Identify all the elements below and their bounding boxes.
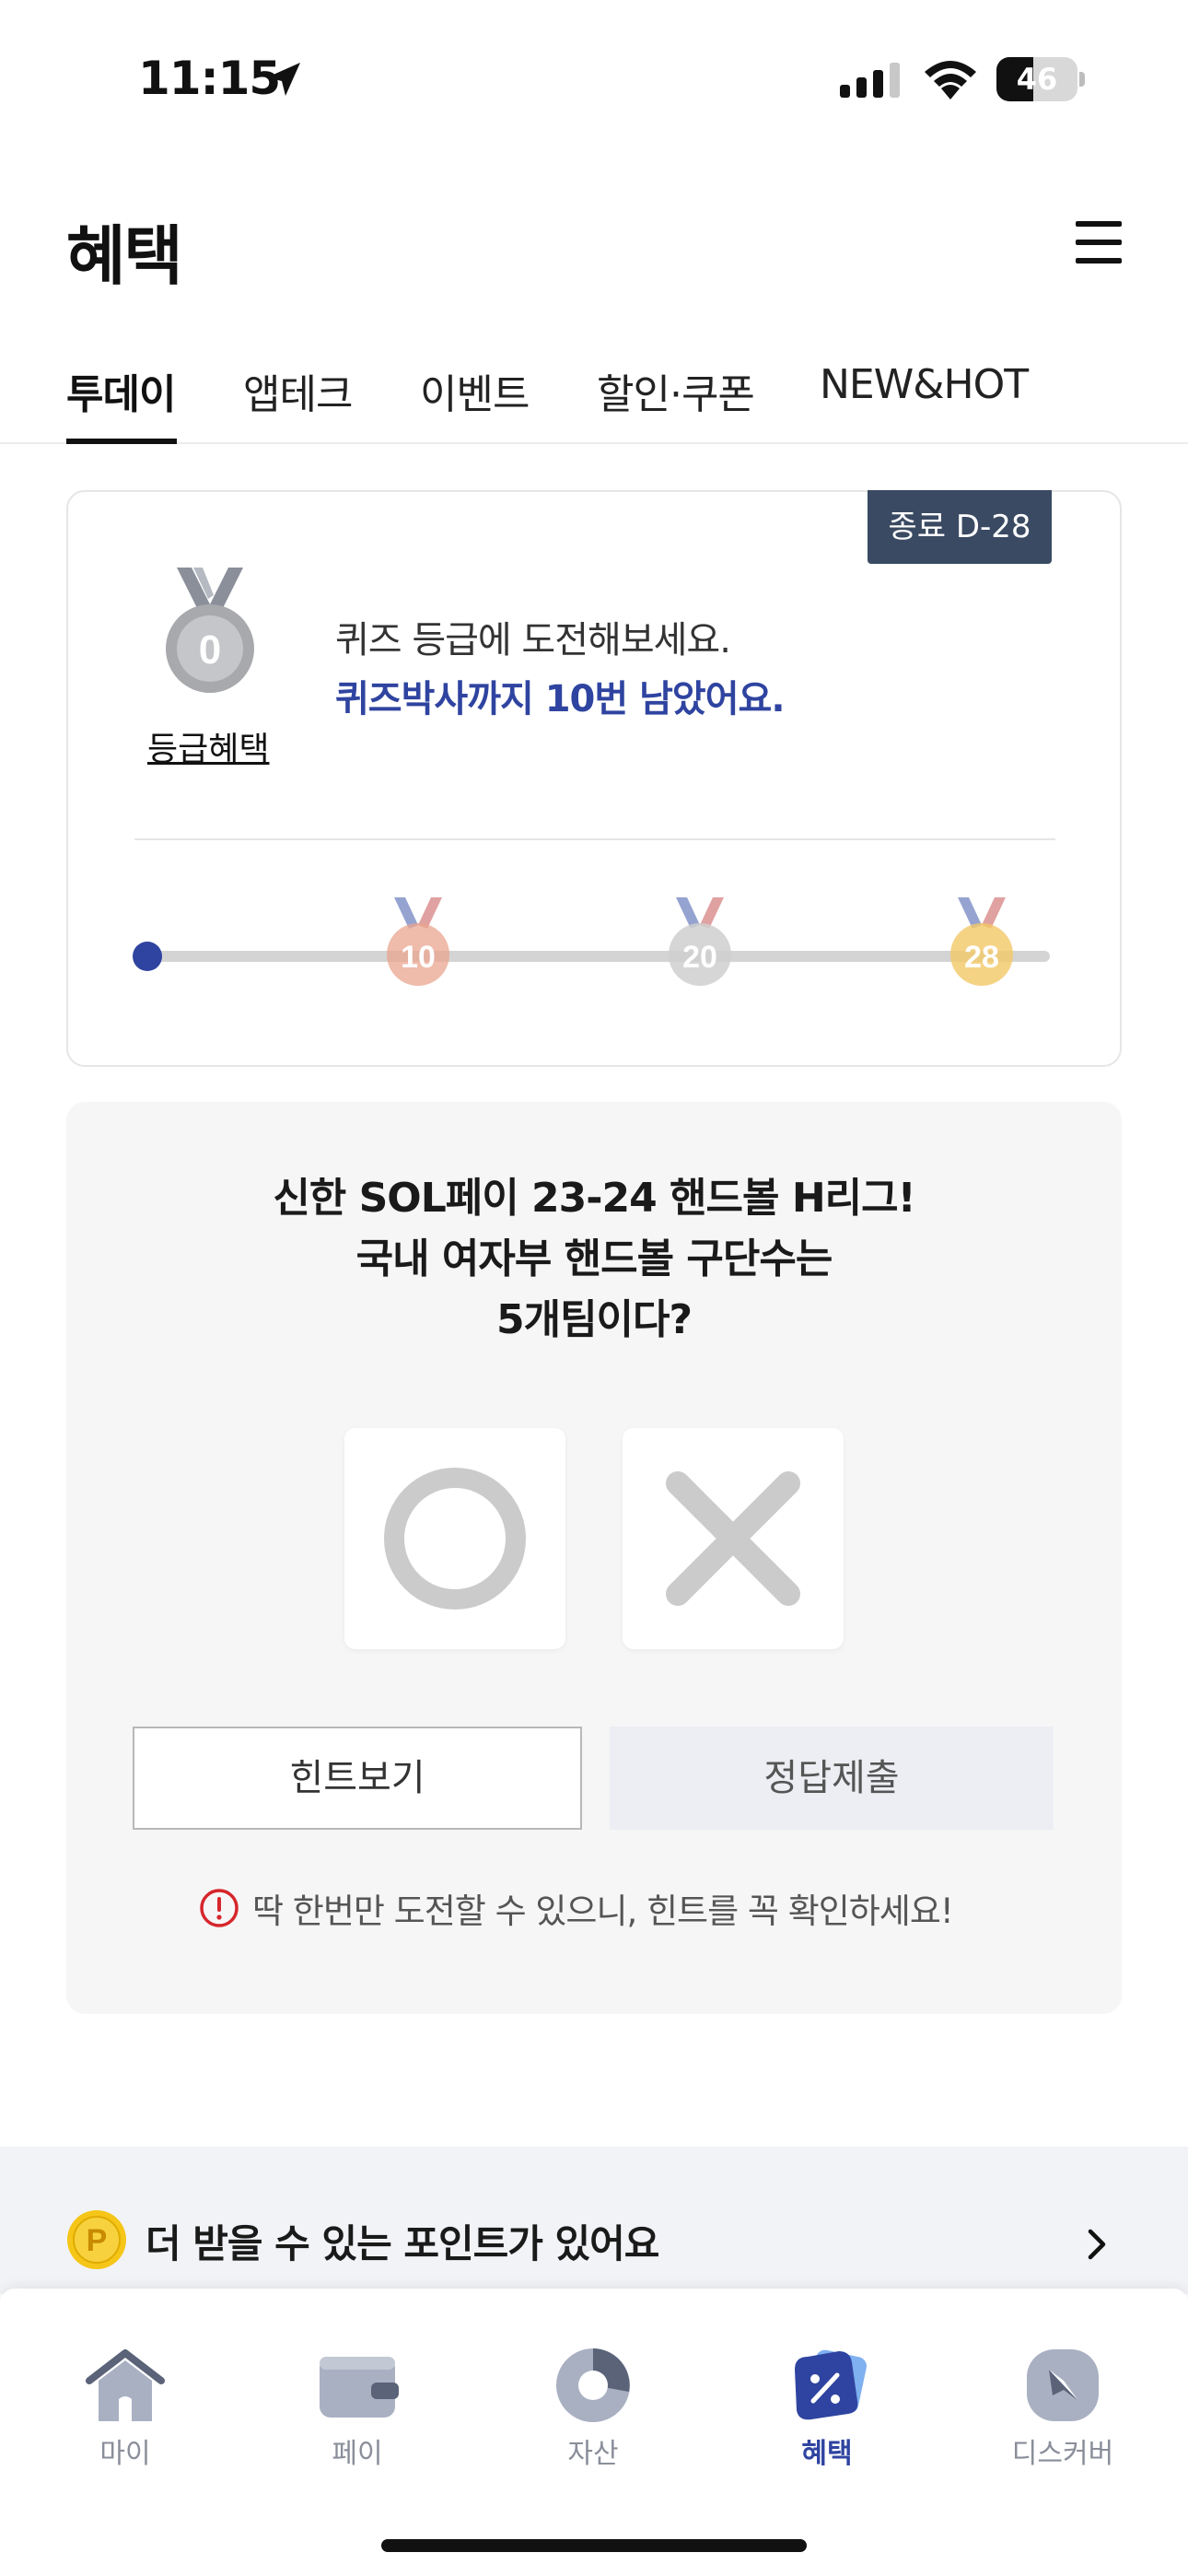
milestone-label: 20 — [682, 940, 717, 975]
nav-item-benefits[interactable]: 혜택 — [753, 2344, 901, 2482]
nav-label: 자산 — [567, 2438, 619, 2470]
nav-item-discover[interactable]: 디스커버 — [989, 2344, 1136, 2482]
grade-remaining-text: 퀴즈박사까지 10번 남았어요. — [335, 678, 786, 720]
silver-medal-milestone-icon: 20 — [669, 897, 731, 986]
nav-item-assets[interactable]: 자산 — [519, 2344, 667, 2482]
pie-chart-icon — [556, 2348, 630, 2422]
quiz-question-line: 5개팀이다? — [495, 1296, 693, 1343]
compass-icon — [1027, 2349, 1099, 2421]
circle-o-icon — [384, 1468, 526, 1610]
battery-percent: 46 — [1016, 62, 1058, 97]
nav-label: 혜택 — [801, 2438, 853, 2470]
points-banner-text: 더 받을 수 있는 포인트가 있어요 — [146, 2221, 659, 2266]
cellular-signal-icon — [840, 63, 900, 98]
location-arrow-icon — [267, 63, 300, 96]
warning-text: 딱 한번만 도전할 수 있으니, 힌트를 꼭 확인하세요! — [252, 1891, 954, 1931]
grade-benefit-link[interactable]: 등급혜택 — [147, 722, 269, 770]
tab-today[interactable]: 투데이 — [66, 361, 176, 444]
home-indicator — [381, 2539, 807, 2552]
point-coin-icon: P — [67, 2210, 126, 2269]
svg-text:P: P — [87, 2223, 108, 2258]
tab-discount-coupon[interactable]: 할인·쿠폰 — [597, 361, 755, 444]
active-tab-indicator — [66, 439, 177, 444]
hint-button[interactable]: 힌트보기 — [133, 1727, 582, 1830]
alert-circle-icon — [200, 1889, 239, 1927]
tab-apptech[interactable]: 앱테크 — [243, 361, 353, 444]
answer-x-button[interactable] — [623, 1428, 844, 1649]
grade-challenge-text: 퀴즈 등급에 도전해보세요. — [335, 619, 731, 662]
quiz-panel: 신한 SOL페이 23-24 핸드볼 H리그! 국내 여자부 핸드볼 구단수는 … — [66, 1102, 1122, 2014]
points-banner[interactable]: P 더 받을 수 있는 포인트가 있어요 — [0, 2147, 1188, 2294]
tab-new-hot[interactable]: NEW&HOT — [820, 361, 1029, 444]
hamburger-menu-icon[interactable] — [1076, 221, 1122, 263]
deadline-badge: 종료 D-28 — [868, 490, 1052, 564]
nav-item-my[interactable]: 마이 — [52, 2344, 199, 2482]
grade-progress-track — [147, 951, 1050, 962]
milestone-label: 28 — [964, 940, 999, 975]
medal-value: 0 — [199, 627, 221, 673]
tab-bar: 투데이 앱테크 이벤트 할인·쿠폰 NEW&HOT — [0, 350, 1188, 444]
battery-indicator: 46 — [996, 57, 1085, 101]
quiz-question-line: 신한 SOL페이 23-24 핸드볼 H리그! — [273, 1175, 915, 1222]
tab-event[interactable]: 이벤트 — [420, 361, 530, 444]
card-divider — [134, 838, 1055, 840]
wallet-icon — [320, 2357, 399, 2418]
status-bar: 11:15 46 — [0, 0, 1188, 157]
bronze-medal-milestone-icon: 10 — [387, 897, 449, 986]
silver-medal-icon: 0 — [166, 568, 254, 693]
quiz-grade-card: 종료 D-28 0 등급혜택 퀴즈 등급에 도전해보세요. 퀴즈박사까지 10번… — [66, 490, 1122, 1067]
wifi-icon — [925, 61, 976, 100]
chevron-right-icon — [1088, 2229, 1106, 2260]
page-title: 혜택 — [66, 218, 183, 294]
quiz-question-line: 국내 여자부 핸드볼 구단수는 — [355, 1235, 833, 1282]
submit-answer-button[interactable]: 정답제출 — [610, 1727, 1054, 1830]
milestone-label: 10 — [401, 940, 436, 975]
nav-label: 페이 — [332, 2438, 383, 2470]
nav-label: 디스커버 — [1011, 2438, 1114, 2470]
warning-notice: 딱 한번만 도전할 수 있으니, 힌트를 꼭 확인하세요! — [199, 1885, 954, 1931]
cross-x-icon — [666, 1471, 800, 1606]
grade-progress-marker — [133, 942, 162, 971]
nav-item-pay[interactable]: 페이 — [284, 2344, 431, 2482]
gold-medal-milestone-icon: 28 — [950, 897, 1013, 986]
nav-label: 마이 — [99, 2438, 151, 2470]
coupon-tag-icon — [795, 2349, 867, 2420]
bottom-navigation: 마이 페이 자산 혜택 디스커버 — [0, 2289, 1188, 2576]
home-icon — [86, 2349, 165, 2421]
answer-o-button[interactable] — [344, 1428, 565, 1649]
